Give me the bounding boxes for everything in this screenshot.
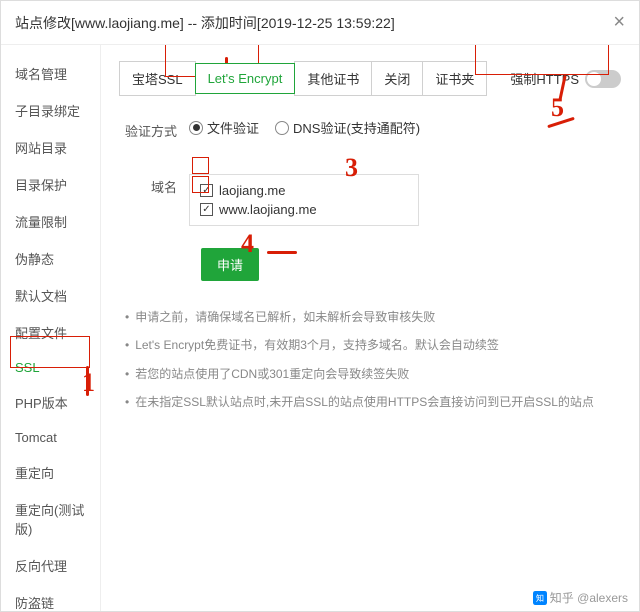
- close-icon[interactable]: ×: [613, 11, 625, 34]
- domain-item-0[interactable]: ✓laojiang.me: [200, 181, 408, 200]
- tab-4[interactable]: 证书夹: [422, 61, 487, 96]
- sidebar-item-2[interactable]: 网站目录: [1, 129, 100, 166]
- verify-radio-0[interactable]: 文件验证: [189, 118, 259, 137]
- main-panel: 宝塔SSLLet's Encrypt其他证书关闭证书夹强制HTTPS 验证方式 …: [101, 45, 639, 611]
- radio-icon: [189, 121, 203, 135]
- verify-radio-1[interactable]: DNS验证(支持通配符): [275, 118, 420, 137]
- note-1: Let's Encrypt免费证书，有效期3个月，支持多域名。默认会自动续签: [125, 331, 621, 359]
- sidebar-item-0[interactable]: 域名管理: [1, 55, 100, 92]
- note-0: 申请之前，请确保域名已解析，如未解析会导致审核失败: [125, 303, 621, 331]
- svg-text:知: 知: [536, 592, 544, 602]
- verify-label: 验证方式: [119, 118, 189, 140]
- checkbox-icon: ✓: [200, 184, 213, 197]
- domain-label: 域名: [119, 174, 189, 196]
- sidebar-item-8[interactable]: SSL: [1, 351, 100, 384]
- zhihu-icon: 知: [533, 591, 547, 605]
- sidebar-item-6[interactable]: 默认文档: [1, 277, 100, 314]
- sidebar-item-10[interactable]: Tomcat: [1, 421, 100, 454]
- sidebar-item-3[interactable]: 目录保护: [1, 166, 100, 203]
- sidebar-item-5[interactable]: 伪静态: [1, 240, 100, 277]
- force-https-label: 强制HTTPS: [510, 69, 579, 88]
- sidebar-item-12[interactable]: 重定向(测试版): [1, 491, 100, 547]
- modal-title: 站点修改[www.laojiang.me] -- 添加时间[2019-12-25…: [15, 13, 395, 33]
- tab-0[interactable]: 宝塔SSL: [119, 61, 196, 96]
- sidebar-item-7[interactable]: 配置文件: [1, 314, 100, 351]
- force-https-toggle[interactable]: [585, 70, 621, 88]
- sidebar-item-11[interactable]: 重定向: [1, 454, 100, 491]
- sidebar-item-9[interactable]: PHP版本: [1, 384, 100, 421]
- note-2: 若您的站点使用了CDN或301重定向会导致续签失败: [125, 360, 621, 388]
- checkbox-icon: ✓: [200, 203, 213, 216]
- domain-item-1[interactable]: ✓www.laojiang.me: [200, 200, 408, 219]
- note-3: 在未指定SSL默认站点时,未开启SSL的站点使用HTTPS会直接访问到已开启SS…: [125, 388, 621, 416]
- sidebar: 域名管理子目录绑定网站目录目录保护流量限制伪静态默认文档配置文件SSLPHP版本…: [1, 45, 101, 611]
- sidebar-item-14[interactable]: 防盗链: [1, 584, 100, 611]
- watermark: 知 知乎 @alexers: [533, 589, 628, 606]
- tab-3[interactable]: 关闭: [371, 61, 423, 96]
- domain-list: ✓laojiang.me✓www.laojiang.me: [189, 174, 419, 226]
- apply-button[interactable]: 申请: [201, 248, 259, 281]
- sidebar-item-13[interactable]: 反向代理: [1, 547, 100, 584]
- sidebar-item-1[interactable]: 子目录绑定: [1, 92, 100, 129]
- tab-2[interactable]: 其他证书: [294, 61, 372, 96]
- tab-1[interactable]: Let's Encrypt: [195, 63, 296, 94]
- radio-icon: [275, 121, 289, 135]
- sidebar-item-4[interactable]: 流量限制: [1, 203, 100, 240]
